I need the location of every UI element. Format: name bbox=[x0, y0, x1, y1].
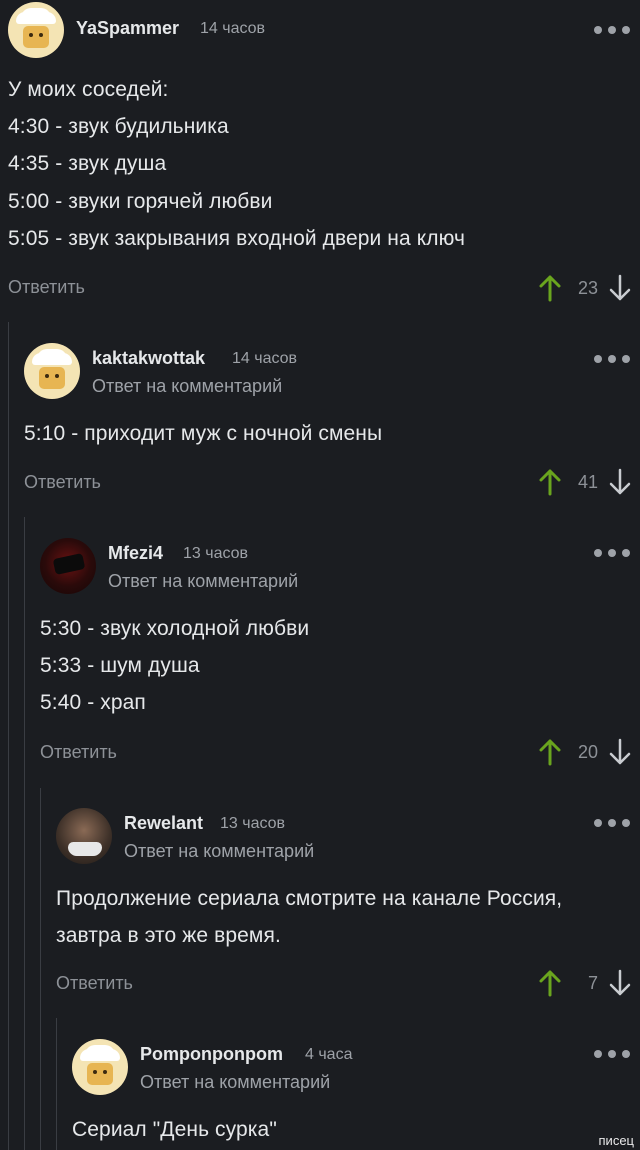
username[interactable]: YaSpammer bbox=[76, 18, 179, 39]
timestamp: 13 часов bbox=[220, 815, 286, 832]
avatar[interactable] bbox=[72, 1039, 128, 1095]
vote-count: 20 bbox=[577, 741, 598, 762]
avatar[interactable] bbox=[56, 808, 112, 864]
vote-count: 23 bbox=[577, 277, 598, 298]
timestamp: 14 часов bbox=[232, 350, 298, 367]
thread-line-level-2 bbox=[24, 517, 25, 1150]
reply-button[interactable]: Ответить bbox=[8, 277, 85, 298]
vote-count: 7 bbox=[587, 972, 598, 993]
comment-text-line: 5:33 - шум душа bbox=[40, 654, 200, 677]
username[interactable]: Pomponponpom bbox=[140, 1044, 283, 1065]
vote-controls: 7 bbox=[538, 968, 632, 998]
avatar[interactable] bbox=[40, 538, 96, 594]
timestamp: 13 часов bbox=[183, 545, 249, 562]
comment-text-line: 4:30 - звук будильника bbox=[8, 115, 229, 138]
downvote-arrow-icon[interactable] bbox=[608, 738, 632, 766]
upvote-arrow-icon[interactable] bbox=[538, 468, 562, 496]
reply-button[interactable]: Ответить bbox=[24, 472, 101, 493]
vote-controls: 41 bbox=[538, 467, 632, 497]
more-options-icon[interactable] bbox=[594, 25, 630, 35]
vote-controls: 20 bbox=[538, 737, 632, 767]
username[interactable]: Mfezi4 bbox=[108, 543, 163, 564]
reply-to-label[interactable]: Ответ на комментарий bbox=[92, 376, 282, 397]
comment-text-line: 5:30 - звук холодной любви bbox=[40, 617, 310, 640]
vote-count: 41 bbox=[577, 471, 598, 492]
vote-controls: 23 bbox=[538, 273, 632, 303]
thread-line-level-1 bbox=[8, 322, 9, 1150]
timestamp: 14 часов bbox=[200, 20, 266, 37]
avatar[interactable] bbox=[8, 2, 64, 58]
comment-text-line: 5:40 - храп bbox=[40, 691, 146, 714]
downvote-arrow-icon[interactable] bbox=[608, 274, 632, 302]
more-options-icon[interactable] bbox=[594, 354, 630, 364]
reply-to-label[interactable]: Ответ на комментарий bbox=[108, 571, 298, 592]
comment-text-line: 4:35 - звук душа bbox=[8, 152, 167, 175]
downvote-arrow-icon[interactable] bbox=[608, 468, 632, 496]
reply-button[interactable]: Ответить bbox=[40, 742, 117, 763]
downvote-arrow-icon[interactable] bbox=[608, 969, 632, 997]
username[interactable]: kaktakwottak bbox=[92, 348, 205, 369]
comment-text-line: 5:00 - звуки горячей любви bbox=[8, 190, 273, 213]
thread-line-level-3 bbox=[40, 788, 41, 1150]
upvote-arrow-icon[interactable] bbox=[538, 969, 562, 997]
comment-text-line: 5:05 - звук закрывания входной двери на … bbox=[8, 227, 466, 250]
comment-text-line: завтра в это же время. bbox=[56, 924, 281, 947]
more-options-icon[interactable] bbox=[594, 818, 630, 828]
thread-line-level-4 bbox=[56, 1018, 57, 1150]
upvote-arrow-icon[interactable] bbox=[538, 738, 562, 766]
timestamp: 4 часа bbox=[305, 1046, 353, 1063]
comment-text-line: Продолжение сериала смотрите на канале Р… bbox=[56, 887, 563, 910]
reply-to-label[interactable]: Ответ на комментарий bbox=[124, 841, 314, 862]
watermark: писец bbox=[598, 1133, 634, 1148]
username[interactable]: Rewelant bbox=[124, 813, 203, 834]
reply-button[interactable]: Ответить bbox=[56, 973, 133, 994]
more-options-icon[interactable] bbox=[594, 1049, 630, 1059]
comment-text-line: Сериал "День сурка" bbox=[72, 1118, 277, 1141]
comment-text-line: У моих соседей: bbox=[8, 78, 169, 101]
reply-to-label[interactable]: Ответ на комментарий bbox=[140, 1072, 330, 1093]
more-options-icon[interactable] bbox=[594, 548, 630, 558]
avatar[interactable] bbox=[24, 343, 80, 399]
upvote-arrow-icon[interactable] bbox=[538, 274, 562, 302]
comment-text-line: 5:10 - приходит муж с ночной смены bbox=[24, 422, 383, 445]
